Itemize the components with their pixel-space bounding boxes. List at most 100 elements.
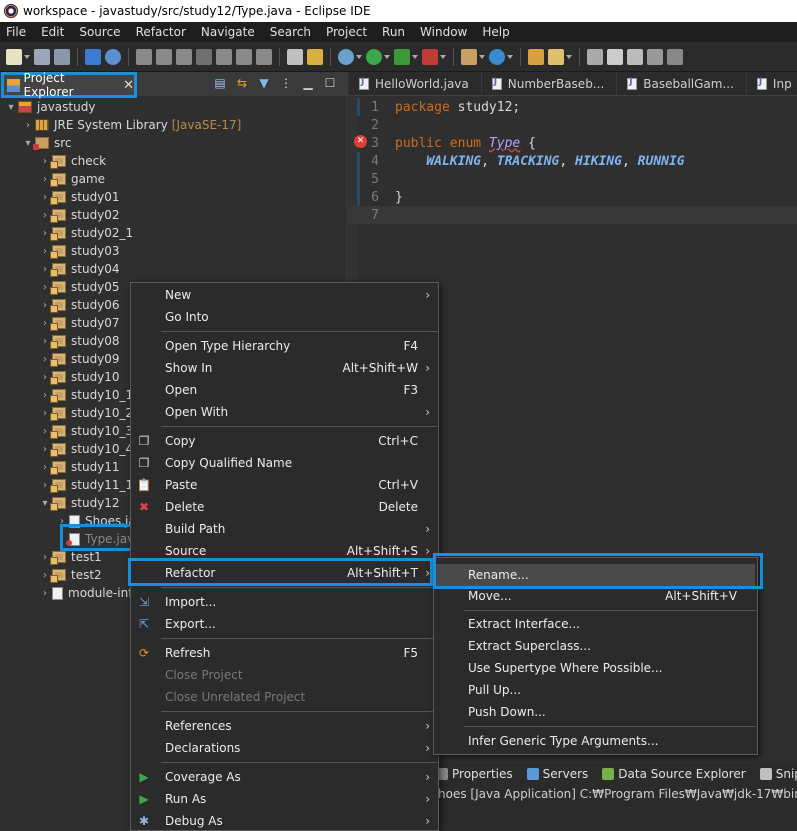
tree-item[interactable]: › study01	[0, 188, 347, 206]
menu-file[interactable]: File	[0, 22, 34, 42]
collapse-arrow-icon[interactable]: ›	[40, 588, 50, 599]
context-menu-debug-as[interactable]: ✱ Debug As ›	[131, 810, 438, 831]
close-icon[interactable]: ✕	[123, 78, 134, 93]
tree-item[interactable]: › study03	[0, 242, 347, 260]
context-menu-declarations[interactable]: Declarations ›	[131, 737, 438, 759]
refactor-extract-interface[interactable]: Extract Interface...	[434, 613, 757, 635]
menu-refactor[interactable]: Refactor	[129, 22, 194, 42]
context-menu-build-path[interactable]: Build Path ›	[131, 518, 438, 540]
context-menu-go-into[interactable]: Go Into	[131, 306, 438, 328]
refactor-extract-superclass[interactable]: Extract Superclass...	[434, 635, 757, 657]
expand-arrow-icon[interactable]: ▾	[6, 102, 16, 113]
collapse-arrow-icon[interactable]: ›	[40, 570, 50, 581]
collapse-arrow-icon[interactable]: ›	[40, 444, 50, 455]
step-over-icon[interactable]	[236, 48, 252, 65]
run-icon[interactable]	[366, 48, 382, 65]
context-menu-delete[interactable]: ✖ Delete Delete	[131, 496, 438, 518]
new-icon[interactable]	[6, 48, 22, 65]
context-menu-import[interactable]: ⇲ Import...	[131, 591, 438, 613]
collapse-all-icon[interactable]: ▤	[213, 76, 227, 90]
new-dropdown-icon[interactable]	[24, 54, 30, 59]
maximize-icon[interactable]: ☐	[323, 76, 337, 90]
debug-icon[interactable]	[338, 48, 354, 65]
annotation-icon[interactable]	[587, 48, 603, 65]
collapse-arrow-icon[interactable]: ›	[40, 426, 50, 437]
edit-icon[interactable]	[607, 48, 623, 65]
refactor-push-down[interactable]: Push Down...	[434, 701, 757, 723]
terminal-icon[interactable]	[85, 48, 101, 65]
tree-item[interactable]: › check	[0, 152, 347, 170]
menu-run[interactable]: Run	[375, 22, 413, 42]
menu-search[interactable]: Search	[263, 22, 319, 42]
context-menu-new[interactable]: New ›	[131, 284, 438, 306]
suspend-icon[interactable]	[156, 48, 172, 65]
collapse-arrow-icon[interactable]: ›	[40, 210, 50, 221]
refactor-infer-generic-type-arguments[interactable]: Infer Generic Type Arguments...	[434, 730, 757, 752]
tab-project-explorer[interactable]: Project Explorer ✕	[1, 71, 137, 99]
collapse-arrow-icon[interactable]: ›	[40, 552, 50, 563]
menu-help[interactable]: Help	[475, 22, 517, 42]
search-icon[interactable]	[548, 48, 564, 65]
tree-item[interactable]: › study02	[0, 206, 347, 224]
menu-edit[interactable]: Edit	[34, 22, 72, 42]
context-menu-open[interactable]: Open F3	[131, 379, 438, 401]
context-menu-export[interactable]: ⇱ Export...	[131, 613, 438, 635]
tree-item[interactable]: › study02_1	[0, 224, 347, 242]
collapse-arrow-icon[interactable]: ›	[40, 246, 50, 257]
save-icon[interactable]	[34, 48, 50, 65]
tree-item[interactable]: › JRE System Library [JavaSE-17]	[0, 116, 347, 134]
menu-window[interactable]: Window	[413, 22, 475, 42]
collapse-arrow-icon[interactable]: ›	[40, 174, 50, 185]
menu-source[interactable]: Source	[72, 22, 128, 42]
editor-tab[interactable]: BaseballGam...	[617, 71, 747, 96]
tab-properties[interactable]: Properties	[436, 767, 513, 781]
context-menu-refresh[interactable]: ⟳ Refresh F5	[131, 642, 438, 664]
new-java-package-icon[interactable]	[461, 48, 477, 65]
resume-icon[interactable]	[136, 48, 152, 65]
menu-project[interactable]: Project	[319, 22, 375, 42]
context-menu-run-as[interactable]: ▶ Run As ›	[131, 788, 438, 810]
tab-snippets[interactable]: Snippets	[759, 767, 797, 781]
tab-data-source-explorer[interactable]: Data Source Explorer	[602, 767, 746, 781]
context-menu-references[interactable]: References ›	[131, 715, 438, 737]
collapse-arrow-icon[interactable]: ›	[40, 372, 50, 383]
collapse-arrow-icon[interactable]: ›	[40, 228, 50, 239]
new-java-class-icon[interactable]	[489, 48, 505, 65]
collapse-arrow-icon[interactable]: ›	[40, 264, 50, 275]
block-selection-icon[interactable]	[627, 48, 643, 65]
collapse-arrow-icon[interactable]: ›	[40, 462, 50, 473]
terminate-icon[interactable]	[176, 48, 192, 65]
java-wizard-icon[interactable]	[307, 48, 323, 65]
refactor-use-supertype-where-possible[interactable]: Use Supertype Where Possible...	[434, 657, 757, 679]
external-tools-icon[interactable]	[422, 48, 438, 65]
collapse-arrow-icon[interactable]: ›	[40, 300, 50, 311]
menu-navigate[interactable]: Navigate	[194, 22, 263, 42]
collapse-arrow-icon[interactable]: ›	[40, 336, 50, 347]
tree-item[interactable]: › study04	[0, 260, 347, 278]
collapse-arrow-icon[interactable]: ›	[40, 192, 50, 203]
word-wrap-icon[interactable]	[647, 48, 663, 65]
show-whitespace-icon[interactable]	[667, 48, 683, 65]
context-menu-open-type-hierarchy[interactable]: Open Type Hierarchy F4	[131, 335, 438, 357]
save-all-icon[interactable]	[54, 48, 70, 65]
context-menu-show-in[interactable]: Show In Alt+Shift+W ›	[131, 357, 438, 379]
context-menu-open-with[interactable]: Open With ›	[131, 401, 438, 423]
link-with-editor-icon[interactable]: ⇆	[235, 76, 249, 90]
collapse-arrow-icon[interactable]: ›	[40, 480, 50, 491]
filter-icon[interactable]: ▼	[257, 76, 271, 90]
expand-arrow-icon[interactable]: ▾	[40, 498, 50, 509]
refactor-pull-up[interactable]: Pull Up...	[434, 679, 757, 701]
editor-tab[interactable]: HelloWorld.java	[349, 71, 482, 96]
tree-item[interactable]: › game	[0, 170, 347, 188]
step-return-icon[interactable]	[256, 48, 272, 65]
step-into-icon[interactable]	[216, 48, 232, 65]
context-menu-coverage-as[interactable]: ▶ Coverage As ›	[131, 766, 438, 788]
error-marker-icon[interactable]: ✕	[354, 135, 367, 148]
expand-arrow-icon[interactable]: ▾	[23, 138, 33, 149]
use-step-filters-icon[interactable]	[287, 48, 303, 65]
collapse-arrow-icon[interactable]: ›	[40, 156, 50, 167]
minimize-icon[interactable]: ▁	[301, 76, 315, 90]
collapse-arrow-icon[interactable]: ›	[40, 390, 50, 401]
context-menu-copy[interactable]: ❐ Copy Ctrl+C	[131, 430, 438, 452]
editor-tab[interactable]: NumberBaseb...	[482, 71, 618, 96]
